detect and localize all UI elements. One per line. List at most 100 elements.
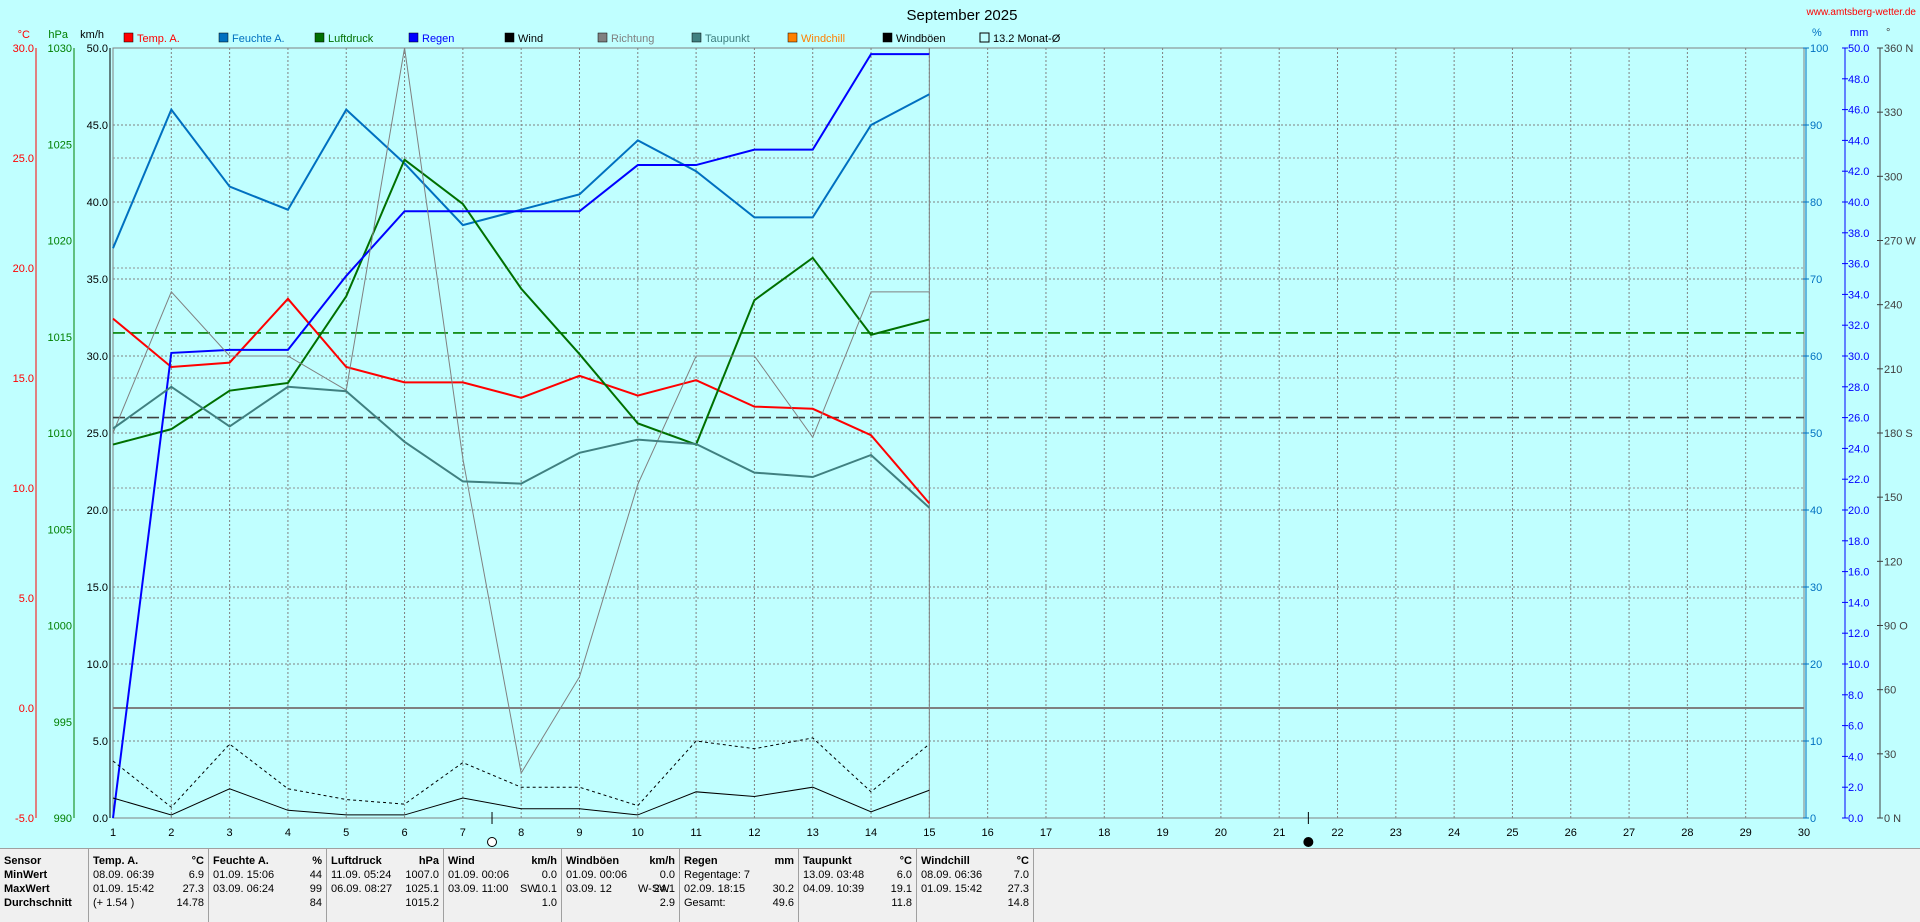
stats-cell-row: Wind km/h xyxy=(448,854,557,869)
humidity-tick-label: 20 xyxy=(1810,659,1822,671)
stats-row-labels: Sensor MinWert MaxWert Durchschnitt xyxy=(0,849,89,922)
legend-swatch xyxy=(218,32,229,43)
stats-cell-value: °C xyxy=(899,855,912,867)
stats-cell-row: (+ 1.54 ) 14.78 xyxy=(93,896,204,911)
stats-cell-row: 13.09. 03:48 6.0 xyxy=(803,868,912,883)
moon-new-icon xyxy=(1303,837,1314,847)
stats-cell-row: Windböen km/h xyxy=(566,854,675,869)
pressure-tick-label: 1005 xyxy=(48,524,72,536)
stats-column: Temp. A. °C 08.09. 06:39 6.9 01.09. 15:42 27.… xyxy=(89,849,209,922)
legend-label: Feuchte A. xyxy=(232,33,285,45)
rain-tick-label: 36.0 xyxy=(1848,259,1869,271)
stats-cell-left: 01.09. 00:06 xyxy=(566,869,628,881)
speed-tick-label: 0.0 xyxy=(93,813,108,825)
legend-swatch xyxy=(787,32,798,43)
stats-cell-value: 49.6 xyxy=(772,897,794,909)
stats-cell-row: Luftdruck hPa xyxy=(331,854,439,869)
legend-label-avg: 13.2 Monat-Ø xyxy=(993,33,1061,45)
direction-tick-label: 330 xyxy=(1884,107,1902,119)
rain-tick-label: 10.0 xyxy=(1848,659,1869,671)
stats-cell-value: km/h xyxy=(649,855,675,867)
stats-cell-left: 13.09. 03:48 xyxy=(803,869,865,881)
stats-cell-value: 1025.1 xyxy=(405,883,439,895)
legend-label: Temp. A. xyxy=(137,33,180,45)
x-tick-label: 2 xyxy=(168,827,174,839)
x-tick-label: 22 xyxy=(1331,827,1343,839)
stats-column: Wind km/h 01.09. 00:06 0.0 03.09. 11:00 SW 10.… xyxy=(444,849,562,922)
x-tick-label: 21 xyxy=(1273,827,1285,839)
rain-tick-label: 24.0 xyxy=(1848,443,1869,455)
stats-cell-value: 11.8 xyxy=(891,897,912,909)
source-url: www.amtsberg-wetter.de xyxy=(1806,7,1917,18)
humidity-tick-label: 30 xyxy=(1810,582,1822,594)
rain-tick-label: 28.0 xyxy=(1848,382,1869,394)
speed-tick-label: 45.0 xyxy=(87,120,108,132)
rain-tick-label: 32.0 xyxy=(1848,320,1869,332)
x-tick-label: 8 xyxy=(518,827,524,839)
stats-cell-value: 10.1 xyxy=(535,883,557,895)
stats-cell-value: mm xyxy=(774,855,794,867)
stats-cell-value: % xyxy=(312,855,322,867)
stats-cell-left: 06.09. 08:27 xyxy=(331,883,393,895)
stats-cell-row: 03.09. 12 W-SW 24.1 xyxy=(566,882,675,897)
rain-tick-label: 34.0 xyxy=(1848,289,1869,301)
stats-cell-row: 04.09. 10:39 19.1 xyxy=(803,882,912,897)
stats-cell-row: 11.8 xyxy=(803,896,912,911)
legend-label: Richtung xyxy=(611,33,654,45)
legend-swatch xyxy=(597,32,608,43)
x-tick-label: 27 xyxy=(1623,827,1635,839)
stats-cell-value: 0.0 xyxy=(659,869,675,881)
rain-tick-label: 18.0 xyxy=(1848,536,1869,548)
direction-tick-label: 270 W xyxy=(1884,236,1916,248)
rain-tick-label: 20.0 xyxy=(1848,505,1869,517)
pressure-tick-label: 990 xyxy=(54,813,72,825)
stats-column: Feuchte A.% 01.09. 15:06 44 03.09. 06:24 99 8… xyxy=(209,849,327,922)
stats-cell-value: 1015.2 xyxy=(405,897,439,909)
legend-swatch xyxy=(408,32,419,43)
legend-label: Regen xyxy=(422,33,454,45)
stats-column: Windböen km/h 01.09. 00:06 0.0 03.09. 12 W-SW… xyxy=(562,849,680,922)
pressure-tick-label: 1025 xyxy=(48,139,72,151)
speed-tick-label: 35.0 xyxy=(87,274,108,286)
chart-svg: 1 2 3 4 5 6 7 8 9 10 11 12 13 14 15 16 17 18 19 20 21 22 23 24 2… xyxy=(13,7,1917,847)
chart-title: September 2025 xyxy=(907,7,1018,24)
stats-cell-row: 01.09. 00:06 0.0 xyxy=(566,868,675,883)
rain-tick-label: 44.0 xyxy=(1848,135,1869,147)
stats-cell-left: Temp. A. xyxy=(93,855,139,867)
direction-tick-label: 210 xyxy=(1884,364,1902,376)
stats-cell-row: 01.09. 00:06 0.0 xyxy=(448,868,557,883)
stats-cell-left: Regen xyxy=(684,855,718,867)
x-tick-label: 28 xyxy=(1681,827,1693,839)
legend-swatch xyxy=(882,32,893,43)
stats-cell-row: 84 xyxy=(213,896,322,911)
x-tick-label: 16 xyxy=(982,827,994,839)
rain-tick-label: 30.0 xyxy=(1848,351,1869,363)
stats-row-label-text: Durchschnitt xyxy=(4,897,72,909)
stats-row-label-text: MinWert xyxy=(4,869,48,881)
statistics-panel: Sensor MinWert MaxWert Durchschnitt Temp. A.… xyxy=(0,848,1920,922)
x-tick-label: 11 xyxy=(690,827,701,839)
rain-tick-label: 6.0 xyxy=(1848,721,1863,733)
legend-swatch xyxy=(691,32,702,43)
stats-cell-left: 01.09. 15:42 xyxy=(921,883,983,895)
rain-tick-label: 46.0 xyxy=(1848,105,1869,117)
stats-cell-row: 06.09. 08:27 1025.1 xyxy=(331,882,439,897)
humidity-tick-label: 90 xyxy=(1810,120,1822,132)
stats-cell-row: Windchill °C xyxy=(921,854,1029,869)
rain-tick-label: 0.0 xyxy=(1848,813,1863,825)
stats-cell-row: 01.09. 15:42 27.3 xyxy=(93,882,204,897)
humidity-unit-label: % xyxy=(1812,27,1822,39)
rain-tick-label: 48.0 xyxy=(1848,74,1869,86)
pressure-tick-label: 1020 xyxy=(48,236,72,248)
legend-swatch-avg xyxy=(979,32,990,43)
x-tick-label: 17 xyxy=(1040,827,1052,839)
x-tick-label: 6 xyxy=(401,827,407,839)
humidity-tick-label: 40 xyxy=(1810,505,1822,517)
x-tick-label: 30 xyxy=(1798,827,1810,839)
stats-cell-value: hPa xyxy=(418,855,439,867)
pressure-tick-label: 1010 xyxy=(48,428,72,440)
x-tick-label: 19 xyxy=(1156,827,1168,839)
stats-cell-left: 02.09. 18:15 xyxy=(684,883,746,895)
temp-tick-label: -5.0 xyxy=(15,813,34,825)
rain-tick-label: 40.0 xyxy=(1848,197,1869,209)
